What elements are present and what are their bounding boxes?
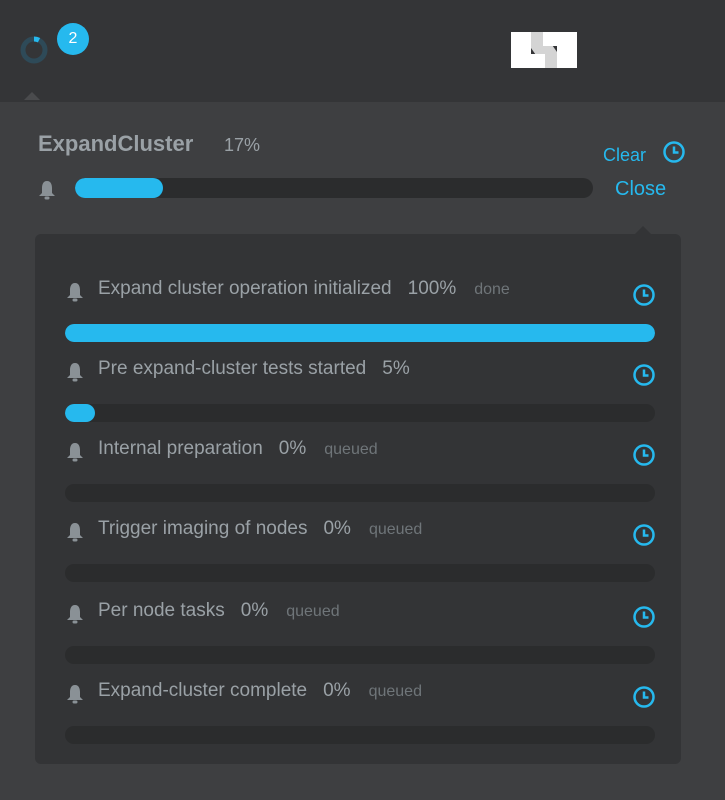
task-status: queued <box>324 441 378 458</box>
task-name: Internal preparation <box>98 438 263 459</box>
operation-title: ExpandCluster <box>38 131 194 156</box>
task-name: Expand cluster operation initialized <box>98 278 392 299</box>
task-percent: 0% <box>240 600 269 621</box>
task-item: Per node tasks 0% queued <box>35 566 681 664</box>
task-item: Pre expand-cluster tests started 5% <box>35 324 681 422</box>
task-header: Pre expand-cluster tests started 5% <box>98 358 410 380</box>
clock-icon[interactable] <box>632 605 656 629</box>
task-item: Expand-cluster complete 0% queued <box>35 646 681 744</box>
close-link[interactable]: Close <box>615 178 666 201</box>
task-header: Expand-cluster complete 0% queued <box>98 680 422 702</box>
clear-link[interactable]: Clear <box>603 145 646 166</box>
task-header: Internal preparation 0% queued <box>98 438 378 460</box>
clock-icon[interactable] <box>632 443 656 467</box>
clock-icon[interactable] <box>632 685 656 709</box>
task-header: Trigger imaging of nodes 0% queued <box>98 518 422 540</box>
progress-spinner-icon[interactable] <box>20 36 48 64</box>
bell-icon <box>67 605 83 624</box>
panel-caret <box>635 226 651 234</box>
clock-icon[interactable] <box>632 523 656 547</box>
task-percent: 5% <box>382 358 410 379</box>
clock-icon[interactable] <box>662 140 686 164</box>
operation-percent: 17% <box>224 135 261 155</box>
dropdown-caret <box>24 92 40 100</box>
task-item: Trigger imaging of nodes 0% queued <box>35 484 681 582</box>
bell-icon <box>67 523 83 542</box>
bell-icon <box>67 685 83 704</box>
task-percent: 0% <box>323 680 351 701</box>
task-percent: 0% <box>278 438 307 459</box>
task-status: queued <box>286 603 340 620</box>
task-percent: 100% <box>407 278 457 299</box>
task-name: Per node tasks <box>98 600 225 621</box>
task-list-panel: Expand cluster operation initialized 100%… <box>35 234 681 764</box>
top-bar: 2 <box>0 0 725 102</box>
task-percent: 0% <box>323 518 351 539</box>
task-status: queued <box>368 521 423 538</box>
clock-icon[interactable] <box>632 363 656 387</box>
bell-icon <box>67 443 83 462</box>
clock-icon[interactable] <box>632 283 656 307</box>
task-item: Expand cluster operation initialized 100%… <box>35 244 681 342</box>
task-header: Per node tasks 0% queued <box>98 600 340 622</box>
bell-icon <box>67 283 83 302</box>
bell-icon <box>39 181 55 200</box>
bell-icon <box>67 363 83 382</box>
operation-progress-bar <box>75 178 593 198</box>
task-header: Expand cluster operation initialized 100%… <box>98 278 510 300</box>
task-item: Internal preparation 0% queued <box>35 404 681 502</box>
task-status: done <box>474 281 510 298</box>
brand-logo <box>511 32 577 68</box>
notification-count-badge[interactable]: 2 <box>57 23 89 55</box>
operation-progress-fill <box>75 178 164 198</box>
task-progress-bar <box>65 726 655 744</box>
task-status: queued <box>368 683 422 700</box>
task-name: Pre expand-cluster tests started <box>98 358 367 379</box>
task-name: Trigger imaging of nodes <box>98 518 308 539</box>
task-name: Expand-cluster complete <box>98 680 308 701</box>
